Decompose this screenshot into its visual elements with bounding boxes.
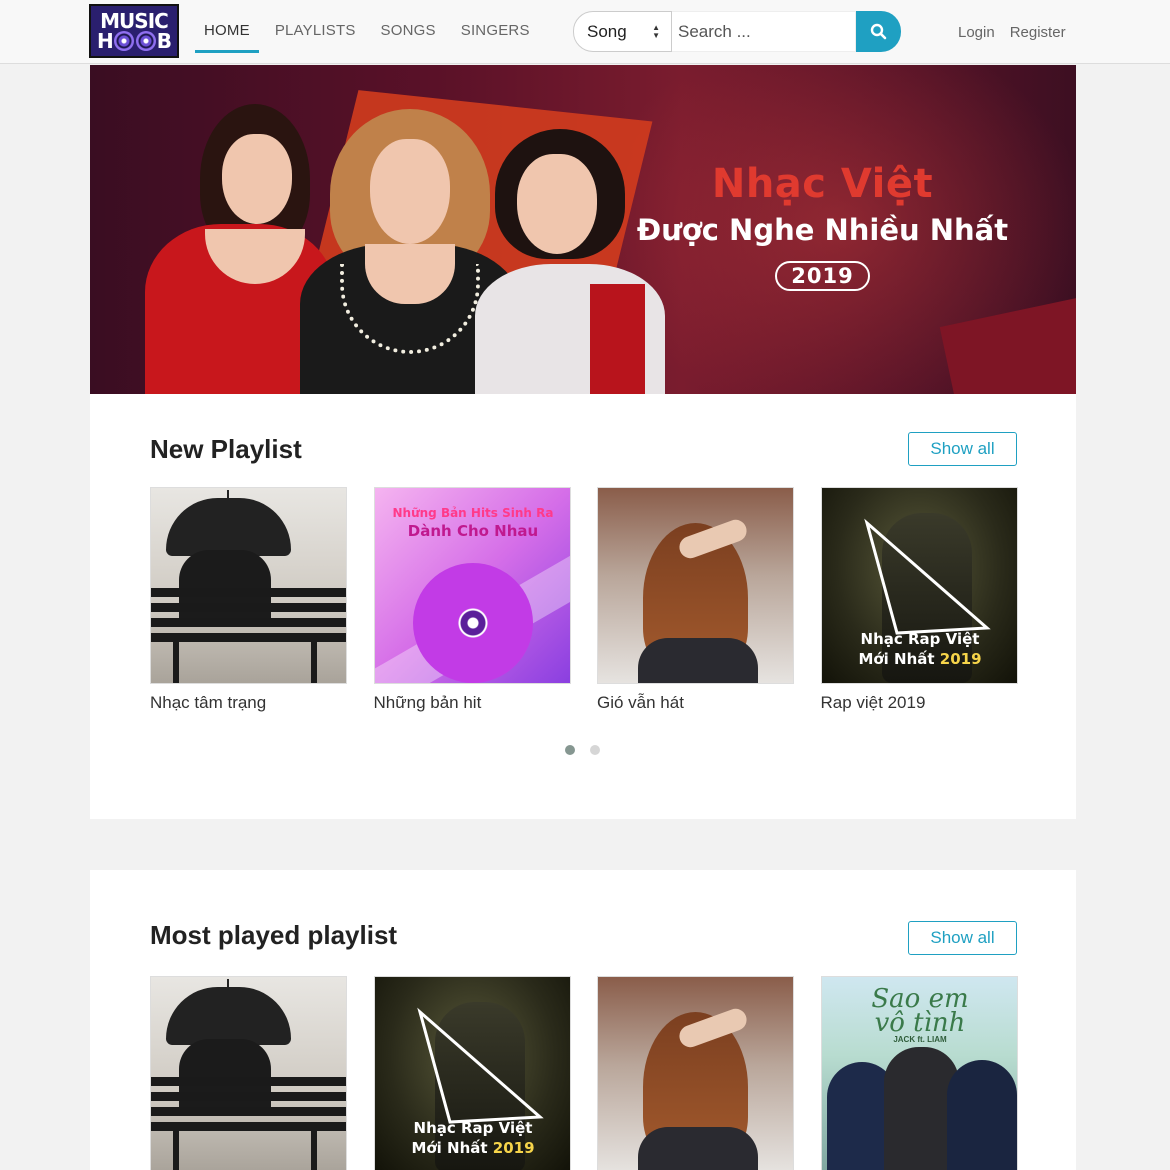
search-input[interactable]: [672, 11, 856, 52]
playlist-cover-image: Những Bản Hits Sinh Ra Dành Cho Nhau: [373, 487, 571, 684]
playlist-cover-image: [150, 487, 347, 684]
playlist-cover-image: Nhạc Rap Việt Mới Nhất 2019: [820, 487, 1018, 684]
banner-subtitle: Được Nghe Nhiều Nhất: [636, 213, 1009, 247]
logo-letter-h: H: [97, 29, 114, 53]
playlist-cover-image: [597, 976, 794, 1170]
register-link[interactable]: Register: [1010, 24, 1066, 41]
playlist-cover-image: Sao em vô tình JACK ft. LIAM: [820, 976, 1018, 1170]
banner-caption: Nhạc Việt Được Nghe Nhiều Nhất 2019: [620, 161, 1025, 291]
carousel-dot[interactable]: [565, 745, 575, 755]
cover-text: Sao em vô tình: [871, 984, 969, 1038]
logo-text-bottom: H B: [97, 29, 172, 53]
playlist-card[interactable]: Nhạc tâm trạng: [150, 487, 347, 713]
playlist-card[interactable]: Những Bản Hits Sinh Ra Dành Cho Nhau Nhữ…: [373, 487, 571, 713]
carousel-dot[interactable]: [590, 745, 600, 755]
carousel-pagination: [565, 745, 615, 755]
cover-text: Nhạc Rap Việt: [413, 1119, 533, 1137]
playlist-card[interactable]: [150, 976, 347, 1170]
section-title: Most played playlist: [150, 920, 398, 950]
playlist-card[interactable]: Nhạc Rap Việt Mới Nhất 2019 Rap việt 201…: [820, 487, 1018, 713]
cover-text: Dành Cho Nhau: [407, 522, 539, 540]
select-updown-icon: ▲ ▼: [652, 23, 660, 40]
banner-title: Nhạc Việt: [711, 161, 934, 207]
cover-text: JACK ft. LIAM: [893, 1035, 947, 1044]
hero-banner[interactable]: Nhạc Việt Được Nghe Nhiều Nhất 2019: [90, 65, 1076, 394]
playlist-cover-image: [597, 487, 794, 684]
playlist-card[interactable]: Sao em vô tình JACK ft. LIAM: [820, 976, 1018, 1170]
playlist-carousel: Nhạc Rap Việt Mới Nhất 2019 Sao em vô tìn…: [150, 976, 1044, 1170]
playlist-title[interactable]: Gió vẫn hát: [597, 693, 794, 713]
playlist-cover-image: [150, 976, 347, 1170]
search-type-value: Song: [587, 22, 627, 41]
search-bar: Song ▲ ▼: [573, 11, 901, 52]
nav-home[interactable]: HOME: [195, 0, 259, 64]
playlist-title[interactable]: Rap việt 2019: [821, 693, 1018, 713]
nav-songs[interactable]: SONGS: [372, 0, 445, 64]
most-played-section: Most played playlist Show all Nhạc Rap V…: [90, 870, 1076, 1170]
search-icon: [870, 23, 887, 40]
banner-year-badge: 2019: [775, 261, 870, 291]
auth-links: Login Register: [958, 0, 1081, 64]
playlist-carousel: Nhạc tâm trạng Những Bản Hits Sinh Ra Dà…: [150, 487, 1044, 713]
cover-text: Nhạc Rap Việt: [860, 630, 980, 648]
show-all-button[interactable]: Show all: [908, 432, 1017, 466]
logo-letter-b: B: [156, 29, 172, 53]
section-title: New Playlist: [150, 434, 302, 464]
search-type-select[interactable]: Song ▲ ▼: [573, 11, 672, 52]
playlist-title[interactable]: Những bản hit: [374, 693, 571, 713]
playlist-card[interactable]: [597, 976, 794, 1170]
cover-text: Mới Nhất 2019: [858, 650, 982, 668]
cover-text: Những Bản Hits Sinh Ra: [392, 506, 554, 520]
new-playlist-section: New Playlist Show all Nhạc tâm trạng Nhữ…: [90, 394, 1076, 819]
music-hub-logo[interactable]: MUSIC H B: [89, 4, 179, 58]
main-nav: HOME PLAYLISTS SONGS SINGERS: [195, 0, 546, 64]
vinyl-disc-icon: [113, 31, 134, 51]
playlist-card[interactable]: Gió vẫn hát: [597, 487, 794, 713]
vinyl-disc-icon: [135, 31, 156, 51]
nav-singers[interactable]: SINGERS: [452, 0, 539, 64]
playlist-title[interactable]: Nhạc tâm trạng: [150, 693, 347, 713]
top-navbar: MUSIC H B HOME PLAYLISTS SONGS SINGERS S…: [0, 0, 1170, 64]
nav-playlists[interactable]: PLAYLISTS: [266, 0, 365, 64]
show-all-button[interactable]: Show all: [908, 921, 1017, 955]
search-button[interactable]: [856, 11, 901, 52]
playlist-card[interactable]: Nhạc Rap Việt Mới Nhất 2019: [373, 976, 571, 1170]
playlist-cover-image: Nhạc Rap Việt Mới Nhất 2019: [373, 976, 571, 1170]
login-link[interactable]: Login: [958, 24, 995, 41]
cover-text: Mới Nhất 2019: [411, 1139, 535, 1157]
logo-text-top: MUSIC: [100, 9, 169, 33]
